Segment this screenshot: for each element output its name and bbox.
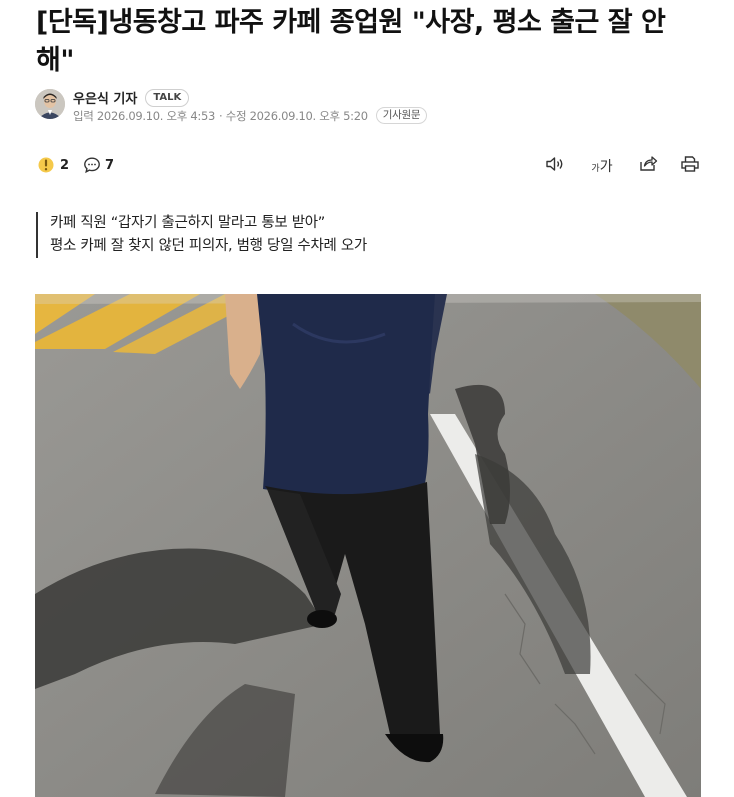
comment-count: 7 <box>105 157 115 173</box>
font-size-icon: 가가 <box>591 159 613 175</box>
published-date: 입력 2026.09.10. 오후 4:53 <box>73 108 216 123</box>
audio-icon <box>545 155 565 177</box>
talk-badge[interactable]: TALK <box>145 88 190 107</box>
like-icon <box>37 156 55 174</box>
byline: 우은식 기자 TALK 입력 2026.09.10. 오후 4:53 · 수정 … <box>35 88 715 124</box>
font-size-button[interactable]: 가가 <box>590 155 614 177</box>
article-title: [단독]냉동창고 파주 카페 종업원 "사장, 평소 출근 잘 안 해" <box>36 7 666 76</box>
like-count: 2 <box>60 157 70 173</box>
modified-date: · 수정 2026.09.10. 오후 5:20 <box>219 108 368 123</box>
author-name[interactable]: 우은식 기자 <box>73 88 137 107</box>
article-summary: 카페 직원 “갑자기 출근하지 말라고 통보 받아” 평소 카페 잘 찾지 않던… <box>36 212 367 258</box>
summary-line: 카페 직원 “갑자기 출근하지 말라고 통보 받아” <box>50 215 325 231</box>
print-button[interactable] <box>678 155 702 177</box>
summary-line: 평소 카페 잘 찾지 않던 피의자, 범행 당일 수차례 오가 <box>50 238 367 254</box>
share-button[interactable] <box>636 154 660 176</box>
article-photo[interactable] <box>35 294 701 797</box>
original-article-button[interactable]: 기사원문 <box>375 107 428 124</box>
like-reaction[interactable]: 2 <box>37 156 69 174</box>
share-icon <box>638 154 658 176</box>
audio-button[interactable] <box>543 155 567 177</box>
comment-reaction[interactable]: 7 <box>83 156 114 174</box>
print-icon <box>680 155 700 177</box>
comment-icon <box>83 156 101 174</box>
author-avatar[interactable] <box>35 89 65 119</box>
